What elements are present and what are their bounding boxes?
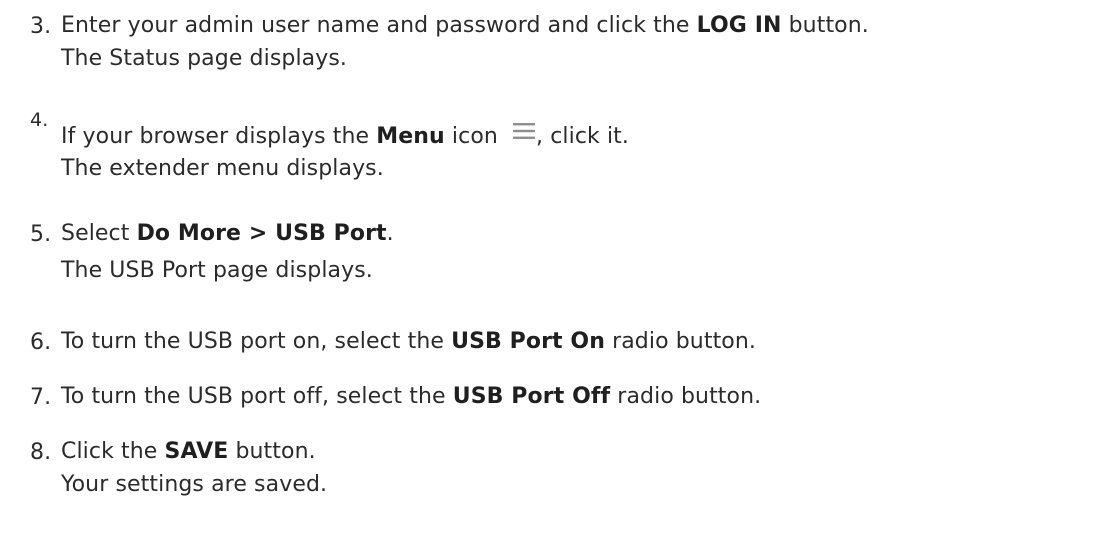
step-7: 7. To turn the USB port off, select the … (30, 381, 1110, 415)
step-instruction: If your browser displays the Menu icon ,… (61, 123, 629, 149)
hamburger-menu-icon (513, 123, 536, 139)
step-number: 3. (30, 14, 52, 39)
step-instruction: Enter your admin user name and password … (61, 13, 869, 38)
step-result: Your settings are saved. (61, 472, 328, 497)
usb-port-menu-path: Do More > USB Port (136, 221, 387, 246)
usb-port-on-reference: USB Port On (451, 329, 605, 354)
step-number: 4. (30, 109, 49, 131)
log-in-button-reference: LOG IN (696, 13, 782, 38)
step-number: 7. (30, 385, 52, 410)
step-result: The extender menu displays. (61, 156, 384, 181)
step-number: 5. (30, 222, 52, 247)
step-number: 8. (30, 440, 52, 465)
step-5: 5. Select Do More > USB Port. The USB Po… (30, 218, 1110, 294)
step-8: 8. Click the SAVE button. Your settings … (30, 436, 1110, 506)
step-instruction: Click the SAVE button. (61, 439, 316, 464)
step-instruction: Select Do More > USB Port. (61, 221, 394, 246)
step-number: 6. (30, 330, 52, 355)
usb-port-off-reference: USB Port Off (452, 384, 611, 409)
step-3: 3. Enter your admin user name and passwo… (30, 10, 1110, 80)
step-4: 4. If your browser displays the Menu ico… (30, 109, 1110, 189)
step-result: The USB Port page displays. (61, 258, 373, 283)
step-result: The Status page displays. (61, 46, 348, 71)
step-instruction: To turn the USB port off, select the USB… (61, 384, 762, 409)
step-instruction: To turn the USB port on, select the USB … (61, 329, 756, 354)
step-6: 6. To turn the USB port on, select the U… (30, 326, 1110, 360)
menu-reference: Menu (376, 124, 445, 149)
save-button-reference: SAVE (164, 439, 229, 464)
